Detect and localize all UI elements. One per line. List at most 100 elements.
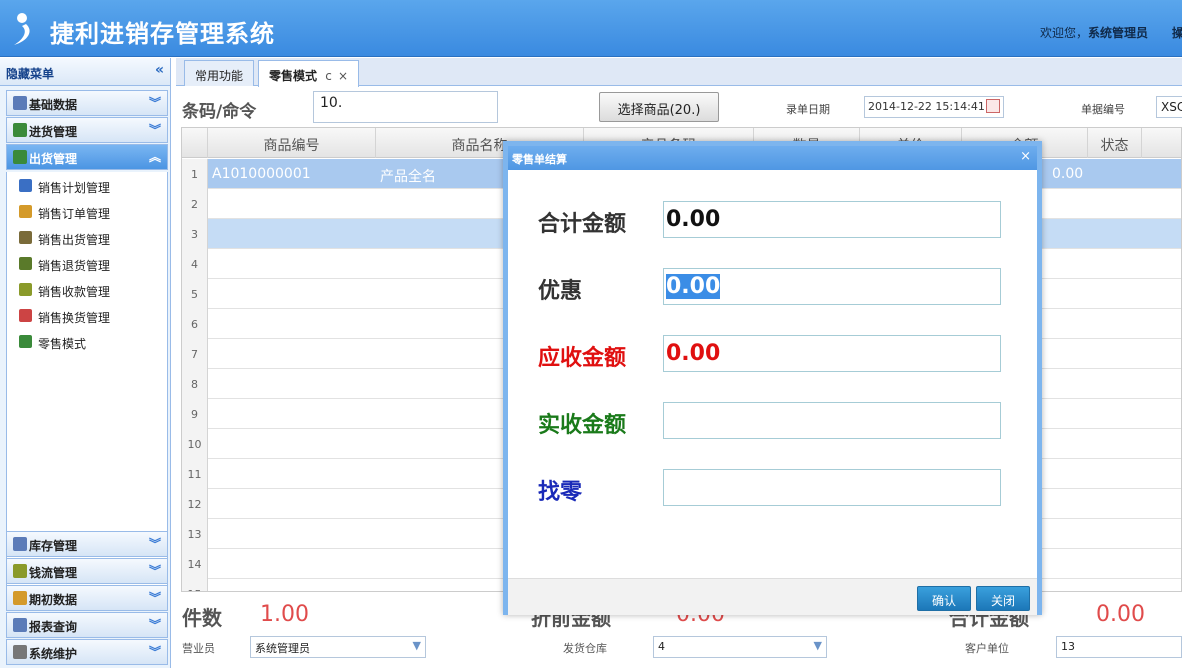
sidebar-item-label: 销售计划管理: [38, 181, 111, 195]
chevron-down-icon[interactable]: ︾: [149, 643, 161, 660]
shipment-icon: [19, 231, 32, 244]
barcode-label: 条码/命令: [182, 102, 257, 122]
chevron-down-icon[interactable]: ︾: [149, 562, 161, 579]
customer-label: 客户单位: [965, 642, 1009, 655]
row-number: 7: [182, 339, 208, 369]
row-number: 14: [182, 549, 208, 579]
cell-amount[interactable]: 0.00: [1052, 166, 1083, 182]
column-header[interactable]: 商品编号: [208, 128, 376, 158]
sidebar-group-label: 出货管理: [29, 152, 78, 166]
warehouse-select[interactable]: 4 ▼: [653, 636, 827, 658]
tab-retail-mode[interactable]: 零售模式 c ×: [258, 60, 360, 87]
chevron-down-icon[interactable]: ▼: [413, 639, 421, 652]
chevron-down-icon[interactable]: ︾: [149, 121, 161, 138]
sidebar-item-label: 销售订单管理: [38, 207, 111, 221]
total-label: 合计金额: [538, 212, 627, 237]
sidebar-group-gear[interactable]: 系统维护 ︾: [6, 639, 168, 665]
total-field[interactable]: 0.00: [663, 201, 1001, 238]
count-label: 件数: [182, 606, 222, 630]
confirm-button[interactable]: 确认: [917, 586, 971, 611]
app-title: 捷利进销存管理系统: [50, 20, 275, 48]
tab-bar: 常用功能 零售模式 c ×: [176, 58, 1182, 87]
sidebar-item-label: 销售换货管理: [38, 311, 111, 325]
salesman-select[interactable]: 系统管理员 ▼: [250, 636, 426, 658]
refresh-icon[interactable]: c: [325, 69, 332, 83]
warehouse-value: 4: [658, 640, 665, 653]
chevron-down-icon[interactable]: ︾: [149, 535, 161, 552]
sidebar-group-label: 钱流管理: [29, 566, 78, 580]
row-number: 13: [182, 519, 208, 549]
salesman-value: 系统管理员: [255, 642, 310, 655]
cart-icon: [19, 335, 32, 348]
cell-product-name[interactable]: 产品全名: [380, 166, 436, 186]
received-field[interactable]: [663, 402, 1001, 439]
row-number: 12: [182, 489, 208, 519]
sidebar-group-database[interactable]: 基础数据 ︾: [6, 90, 168, 116]
chevron-down-icon[interactable]: ︾: [149, 94, 161, 111]
inbound-icon: [13, 123, 27, 137]
outbound-icon: [13, 150, 27, 164]
row-number: 4: [182, 249, 208, 279]
sidebar-item-pencil[interactable]: 销售订单管理: [17, 201, 167, 223]
discount-value: 0.00: [666, 274, 721, 299]
row-number: 1: [182, 159, 208, 189]
sidebar-group-inbound[interactable]: 进货管理 ︾: [6, 117, 168, 143]
calendar-icon[interactable]: [986, 99, 1000, 113]
row-number: 9: [182, 399, 208, 429]
row-number-header: [182, 128, 208, 158]
sidebar-item-label: 销售退货管理: [38, 259, 111, 273]
chevron-down-icon[interactable]: ︾: [149, 589, 161, 606]
receivable-field[interactable]: 0.00: [663, 335, 1001, 372]
retail-settlement-dialog: 零售单结算 × 合计金额 0.00 优惠 0.00 应收金额 0.00 实收金额…: [503, 141, 1042, 615]
chevron-down-icon[interactable]: ▼: [814, 639, 822, 652]
sidebar-item-money[interactable]: 销售收款管理: [17, 279, 167, 301]
sidebar-group-label: 库存管理: [29, 539, 78, 553]
current-user: 系统管理员: [1088, 26, 1149, 40]
dialog-titlebar[interactable]: 零售单结算 ×: [508, 146, 1037, 170]
sidebar-item-cart[interactable]: 零售模式: [17, 331, 167, 353]
barcode-input[interactable]: 10.: [313, 91, 498, 123]
sidebar-item-shipment[interactable]: 销售出货管理: [17, 227, 167, 249]
discount-field[interactable]: 0.00: [663, 268, 1001, 305]
toolbar: 条码/命令 10. 选择商品(20.) 录单日期 2014-12-22 15:1…: [176, 87, 1182, 125]
tab-common-functions[interactable]: 常用功能: [184, 60, 255, 86]
row-number: 2: [182, 189, 208, 219]
received-label: 实收金额: [538, 413, 627, 438]
sidebar-group-report[interactable]: 报表查询 ︾: [6, 612, 168, 638]
header-menu-link[interactable]: 操: [1172, 26, 1182, 40]
chevron-down-icon[interactable]: ︾: [149, 616, 161, 633]
close-icon[interactable]: ×: [1020, 149, 1031, 164]
welcome-prefix: 欢迎您，: [1040, 26, 1089, 40]
sidebar-item-plan[interactable]: 销售计划管理: [17, 175, 167, 197]
warehouse-icon: [13, 537, 27, 551]
sidebar-group-label: 进货管理: [29, 125, 78, 139]
close-tab-icon[interactable]: ×: [338, 69, 348, 83]
dialog-title: 零售单结算: [512, 153, 567, 166]
bill-number-label: 单据编号: [1081, 103, 1125, 116]
sidebar-group-label: 期初数据: [29, 593, 78, 607]
date-label: 录单日期: [786, 103, 830, 116]
bill-number-input[interactable]: XSC: [1156, 96, 1182, 118]
change-field[interactable]: [663, 469, 1001, 506]
sidebar-group-label: 基础数据: [29, 98, 78, 112]
sidebar-group-warehouse[interactable]: 库存管理 ︾: [6, 531, 168, 557]
row-number: 11: [182, 459, 208, 489]
select-product-button[interactable]: 选择商品(20.): [599, 92, 719, 122]
sidebar-group-ledger[interactable]: 期初数据 ︾: [6, 585, 168, 611]
row-number: 15: [182, 579, 208, 591]
customer-input[interactable]: 13: [1056, 636, 1182, 658]
cell-product-code[interactable]: A1010000001: [212, 166, 311, 182]
date-input[interactable]: 2014-12-22 15:14:41: [864, 96, 1004, 118]
column-header[interactable]: 状态: [1088, 128, 1142, 158]
gear-icon: [13, 645, 27, 659]
sidebar-group-outbound[interactable]: 出货管理 ︽: [6, 144, 168, 170]
sidebar-item-return[interactable]: 销售退货管理: [17, 253, 167, 275]
row-number: 8: [182, 369, 208, 399]
sidebar-item-exchange[interactable]: 销售换货管理: [17, 305, 167, 327]
chevron-up-icon[interactable]: ︽: [149, 148, 161, 165]
sidebar: 隐藏菜单 « 基础数据 ︾ 进货管理 ︾ 出货管理 ︽ 销售计划管理 销售订单管理 销售出货管…: [0, 58, 171, 668]
sidebar-group-yen[interactable]: 钱流管理 ︾: [6, 558, 168, 584]
collapse-icon[interactable]: «: [155, 62, 164, 78]
close-button[interactable]: 关闭: [976, 586, 1030, 611]
salesman-label: 营业员: [182, 642, 215, 655]
